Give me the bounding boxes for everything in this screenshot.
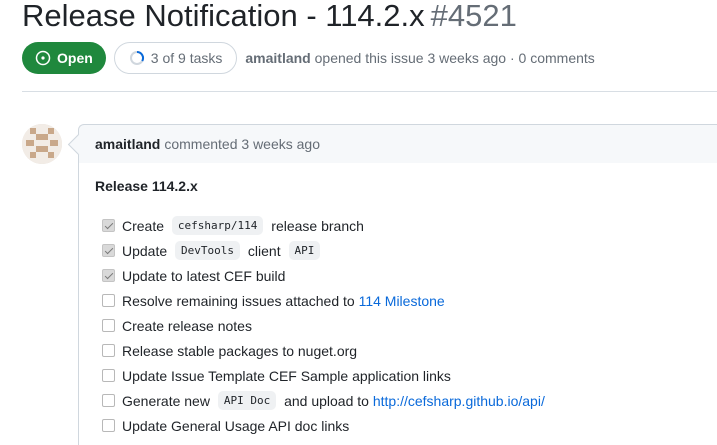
inline-code: API [288, 241, 321, 260]
issue-title: Release Notification - 114.2.x [22, 0, 425, 33]
task-progress-label: 3 of 9 tasks [150, 50, 223, 66]
task-text: Release stable packages to nuget.org [122, 342, 358, 359]
issue-meta-row: Open 3 of 9 tasks amaitland opened this … [22, 42, 595, 74]
comment-author-link[interactable]: amaitland [95, 136, 160, 152]
task-checkbox[interactable] [102, 419, 115, 432]
issue-title-line: Release Notification - 114.2.x #4521 [22, 0, 517, 38]
task-checkbox[interactable] [102, 294, 115, 307]
issue-opened-text: opened this issue 3 weeks ago · 0 commen… [314, 50, 595, 66]
header-divider [22, 91, 717, 92]
inline-code: DevTools [175, 241, 241, 260]
task-list-item: Update General Usage API doc links [102, 413, 545, 438]
task-checkbox[interactable] [102, 244, 115, 257]
inline-code: cefsharp/114 [171, 216, 264, 235]
task-list-item: Release stable packages to nuget.org [102, 338, 545, 363]
task-checkbox[interactable] [102, 319, 115, 332]
identicon-avatar [22, 124, 62, 164]
issue-number: #4521 [430, 0, 517, 33]
task-text: Update General Usage API doc links [122, 417, 350, 434]
task-list-item: Resolve remaining issues attached to 114… [102, 288, 545, 313]
task-text: release branch [267, 217, 364, 234]
comment-body: Release 114.2.x Create cefsharp/114 rele… [78, 163, 717, 445]
task-list-item: Update to latest CEF build [102, 263, 545, 288]
task-list-item: Update Issue Template CEF Sample applica… [102, 363, 545, 388]
task-list-item: Create release notes [102, 313, 545, 338]
task-text: and upload to [280, 392, 373, 409]
task-text: Resolve remaining issues attached to [122, 292, 359, 309]
inline-code: API Doc [217, 391, 277, 410]
task-checkbox[interactable] [102, 269, 115, 282]
task-text: Generate new [122, 392, 214, 409]
task-list-item: Create cefsharp/114 release branch [102, 213, 545, 238]
issue-opened-icon [35, 50, 51, 66]
task-text: Update [122, 242, 172, 259]
task-text: Update to latest CEF build [122, 267, 286, 284]
task-list: Create cefsharp/114 release branch Update… [102, 213, 545, 438]
issue-opened-meta: amaitland opened this issue 3 weeks ago … [245, 50, 594, 66]
task-link[interactable]: 114 Milestone [359, 293, 445, 309]
release-heading: Release 114.2.x [95, 178, 198, 194]
task-text: client [244, 242, 285, 259]
task-checkbox[interactable] [102, 369, 115, 382]
task-link[interactable]: http://cefsharp.github.io/api/ [373, 393, 545, 409]
avatar[interactable] [22, 124, 62, 164]
task-checkbox[interactable] [102, 344, 115, 357]
issue-author-link[interactable]: amaitland [245, 50, 310, 66]
issue-state-badge: Open [22, 42, 106, 74]
issue-state-label: Open [57, 50, 93, 66]
task-list-item: Update DevTools client API [102, 238, 545, 263]
comment-timestamp[interactable]: commented 3 weeks ago [164, 136, 320, 152]
task-text: Create [122, 217, 168, 234]
task-checkbox[interactable] [102, 219, 115, 232]
task-text: Update Issue Template CEF Sample applica… [122, 367, 451, 384]
task-list-item: Generate new API Doc and upload to http:… [102, 388, 545, 413]
task-progress-pill[interactable]: 3 of 9 tasks [113, 42, 238, 74]
task-text: Create release notes [122, 317, 252, 334]
task-progress-ring-icon [129, 51, 144, 65]
task-checkbox[interactable] [102, 394, 115, 407]
comment-header: amaitland commented 3 weeks ago [78, 124, 717, 164]
